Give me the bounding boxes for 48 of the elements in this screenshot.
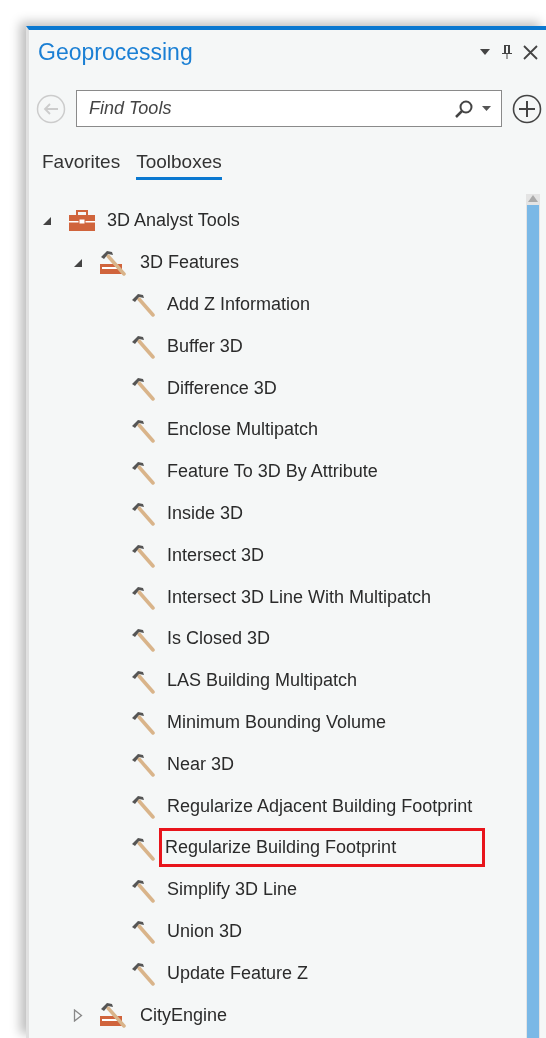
hammer-icon [130, 709, 156, 736]
tree-item[interactable]: CityEngine [134, 995, 234, 1035]
tree-item[interactable]: Near 3D [161, 744, 241, 784]
dropdown-icon[interactable] [479, 48, 491, 56]
tree-item[interactable]: Intersect 3D Line With Multipatch [161, 577, 438, 617]
hammer-icon [130, 291, 156, 318]
pin-icon[interactable] [501, 44, 513, 60]
hammer-icon [130, 584, 156, 611]
add-icon[interactable] [512, 93, 542, 124]
tree-item[interactable]: Union 3D [161, 911, 249, 951]
tree-item[interactable]: LAS Building Multipatch [161, 661, 364, 701]
toolset-icon [99, 249, 129, 276]
tree-item[interactable]: Inside 3D [161, 493, 250, 533]
tree-item[interactable]: Minimum Bounding Volume [161, 702, 393, 742]
tree-item[interactable]: Simplify 3D Line [161, 870, 304, 910]
tree-item[interactable]: Add Z Information [161, 285, 317, 324]
dropdown-icon[interactable] [482, 105, 491, 112]
tab[interactable]: Favorites [42, 151, 121, 180]
hammer-icon [130, 500, 156, 527]
hammer-icon [130, 918, 156, 945]
search-field[interactable]: Find Tools [76, 90, 502, 127]
toolbox-icon [68, 209, 96, 232]
toolset-icon [99, 1002, 129, 1029]
tree-item[interactable]: Buffer 3D [161, 326, 249, 366]
tree-item[interactable]: Update Feature Z [161, 953, 315, 993]
tree-item[interactable]: Regularize Building Footprint [159, 828, 486, 868]
hammer-icon [130, 333, 156, 360]
hammer-icon [130, 751, 156, 778]
tree-item[interactable]: Is Closed 3D [161, 619, 277, 659]
hammer-icon [130, 375, 156, 402]
pane-title: Geoprocessing [38, 38, 193, 66]
hammer-icon [130, 960, 156, 987]
tree-item[interactable]: Intersect 3D [161, 535, 271, 575]
tree-item[interactable]: 3D Analyst Tools [101, 201, 246, 241]
hammer-icon [130, 793, 156, 820]
tree-item[interactable]: Regularize Adjacent Building Footprint [161, 786, 479, 826]
close-icon[interactable] [523, 44, 538, 60]
tree-item[interactable]: Difference 3D [161, 368, 283, 408]
tab[interactable]: Toolboxes [136, 151, 222, 180]
collapse-triangle-icon[interactable] [73, 257, 83, 268]
tree-item[interactable]: 3D Features [134, 243, 246, 283]
collapse-triangle-icon[interactable] [42, 215, 52, 226]
hammer-icon [130, 542, 156, 569]
search-icon[interactable] [454, 98, 474, 119]
search-input[interactable]: Find Tools [87, 97, 446, 120]
tree-item[interactable]: Enclose Multipatch [161, 410, 325, 450]
expand-triangle-icon[interactable] [73, 1008, 83, 1022]
tree-item[interactable]: Feature To 3D By Attribute [161, 452, 384, 492]
